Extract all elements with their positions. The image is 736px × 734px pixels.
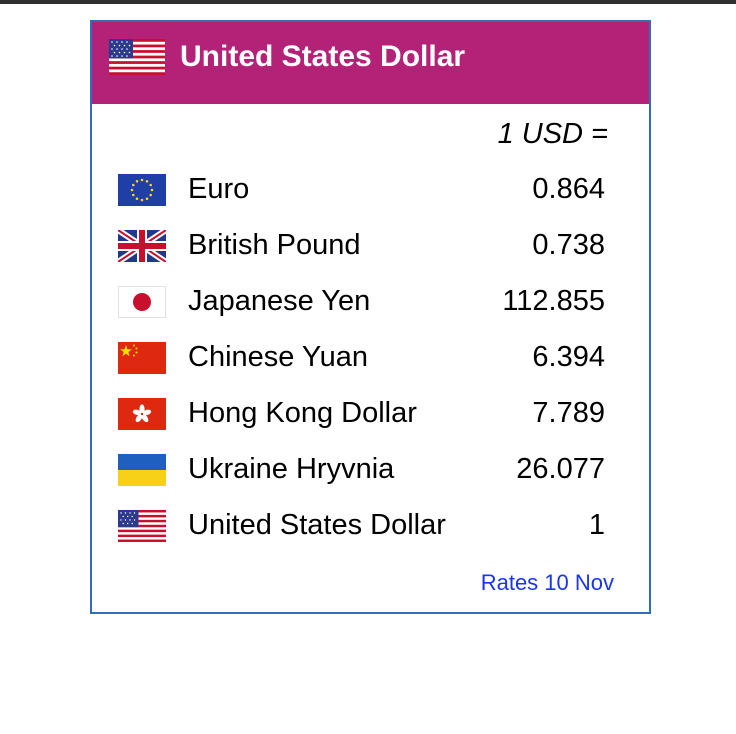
- currency-rate: 6.394: [532, 341, 605, 373]
- currency-name: Ukraine Hryvnia: [188, 453, 395, 485]
- rate-row-hong-kong-dollar: Hong Kong Dollar 7.789: [92, 386, 649, 442]
- header-title: United States Dollar: [180, 40, 466, 73]
- currency-rate: 0.738: [532, 229, 605, 261]
- currency-converter-widget: United States Dollar 1 USD = Euro 0.864: [90, 20, 651, 614]
- currency-name: United States Dollar: [188, 509, 446, 541]
- rates-list: Euro 0.864 British Pound 0.738 Japanese …: [92, 162, 649, 554]
- currency-name: Japanese Yen: [188, 285, 371, 317]
- currency-name: British Pound: [188, 229, 361, 261]
- rate-row-ukraine-hryvnia: Ukraine Hryvnia 26.077: [92, 442, 649, 498]
- hong-kong-flag-icon: [118, 398, 166, 430]
- rate-row-euro: Euro 0.864: [92, 162, 649, 218]
- us-flag-icon: [109, 39, 165, 75]
- currency-name: Euro: [188, 173, 250, 205]
- window-top-edge: [0, 0, 736, 4]
- currency-rate: 26.077: [516, 453, 605, 485]
- china-flag-icon: [118, 342, 166, 374]
- currency-name: Chinese Yuan: [188, 341, 369, 373]
- currency-rate: 112.855: [502, 285, 605, 317]
- ukraine-flag-icon: [118, 454, 166, 486]
- base-unit-label: 1 USD =: [497, 118, 608, 150]
- currency-rate: 0.864: [532, 173, 605, 205]
- eu-flag-icon: [118, 174, 166, 206]
- currency-rate: 1: [588, 509, 605, 541]
- widget-header: United States Dollar: [92, 22, 649, 104]
- rate-row-british-pound: British Pound 0.738: [92, 218, 649, 274]
- rates-date-link[interactable]: Rates 10 Nov: [481, 570, 614, 596]
- currency-rate: 7.789: [532, 397, 605, 429]
- rate-row-united-states-dollar: United States Dollar 1: [92, 498, 649, 554]
- uk-flag-icon: [118, 230, 166, 262]
- japan-flag-icon: [118, 286, 166, 318]
- rate-row-chinese-yuan: Chinese Yuan 6.394: [92, 330, 649, 386]
- us-flag-icon: [118, 510, 166, 542]
- rate-row-japanese-yen: Japanese Yen 112.855: [92, 274, 649, 330]
- currency-name: Hong Kong Dollar: [188, 397, 417, 429]
